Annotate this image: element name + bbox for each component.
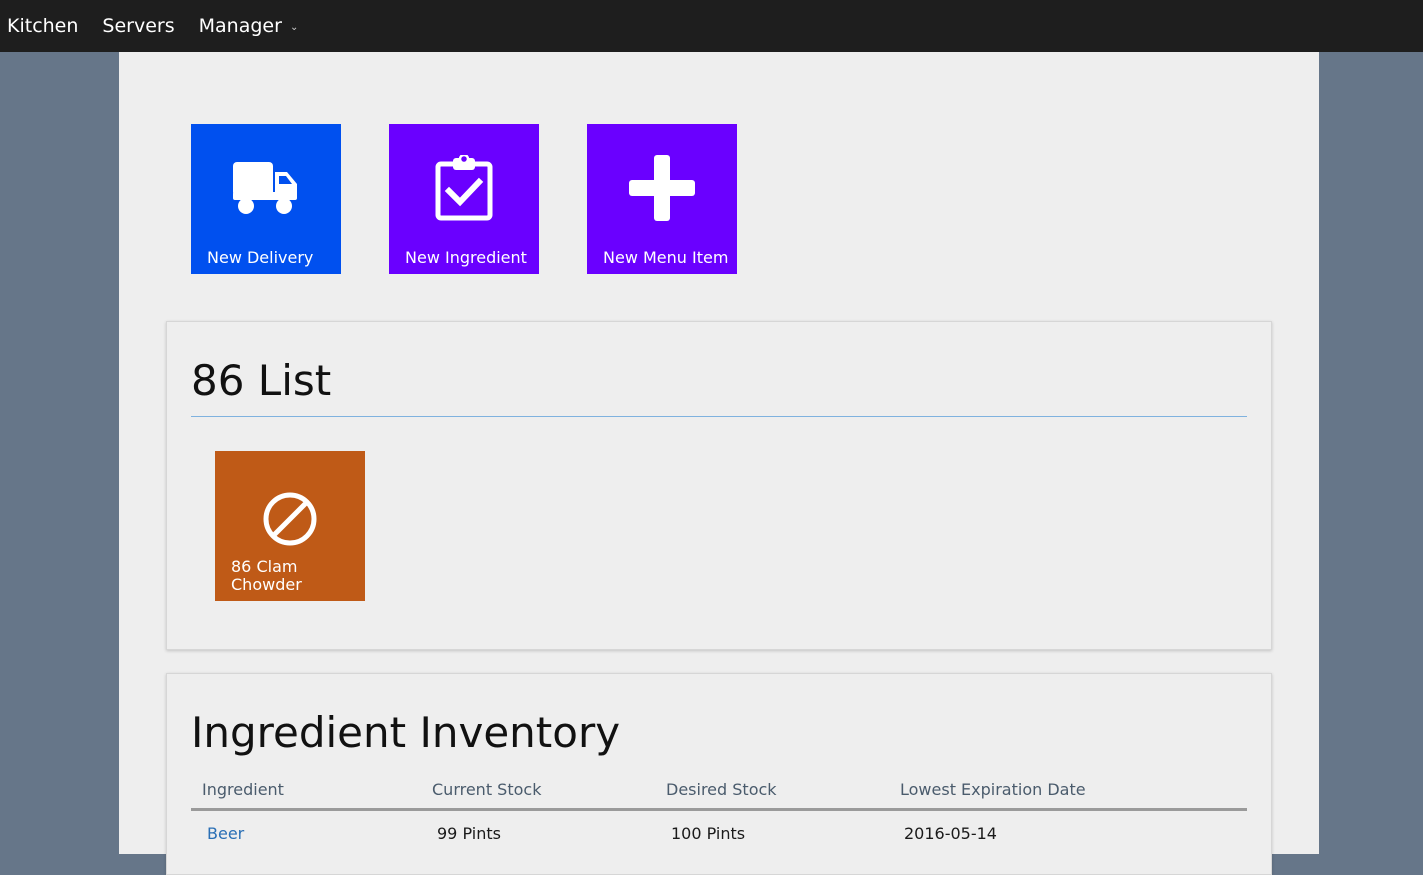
inventory-table-header: Ingredient Current Stock Desired Stock L… [191, 776, 1247, 811]
eighty-six-item-tile[interactable]: 86 Clam Chowder [215, 451, 365, 601]
truck-icon [191, 156, 341, 220]
inventory-title: Ingredient Inventory [191, 708, 621, 757]
col-lowest-expiration[interactable]: Lowest Expiration Date [900, 780, 1086, 799]
col-desired-stock[interactable]: Desired Stock [666, 780, 777, 799]
clipboard-check-icon [389, 155, 539, 221]
col-current-stock[interactable]: Current Stock [432, 780, 541, 799]
nav-manager-dropdown[interactable]: Manager ⌄ [199, 15, 299, 37]
new-menu-item-label: New Menu Item [603, 248, 729, 267]
ban-icon [215, 487, 365, 551]
nav-manager-label: Manager [198, 15, 282, 37]
nav-servers-label: Servers [102, 15, 175, 37]
page-content: New Delivery New Ingredient New Menu Ite… [119, 52, 1319, 875]
eighty-six-title: 86 List [191, 356, 332, 405]
expiration-value: 2016-05-14 [904, 824, 997, 843]
title-divider [191, 416, 1247, 417]
new-delivery-label: New Delivery [207, 248, 314, 267]
plus-icon [587, 155, 737, 221]
inventory-card: Ingredient Inventory Ingredient Current … [166, 673, 1272, 875]
ingredient-link[interactable]: Beer [207, 824, 244, 843]
current-stock-value: 99 Pints [437, 824, 501, 843]
nav-kitchen[interactable]: Kitchen [7, 15, 78, 37]
new-delivery-tile[interactable]: New Delivery [191, 124, 341, 274]
new-ingredient-label: New Ingredient [405, 248, 527, 267]
chevron-down-icon: ⌄ [289, 22, 299, 33]
col-ingredient[interactable]: Ingredient [202, 780, 284, 799]
top-navbar: Kitchen Servers Manager ⌄ [0, 0, 1423, 52]
eighty-six-item-label: 86 Clam Chowder [231, 557, 302, 594]
nav-kitchen-label: Kitchen [7, 15, 79, 37]
eighty-six-card: 86 List 86 Clam Chowder [166, 321, 1272, 650]
nav-servers[interactable]: Servers [102, 15, 174, 37]
desired-stock-value: 100 Pints [671, 824, 746, 843]
new-ingredient-tile[interactable]: New Ingredient [389, 124, 539, 274]
new-menu-item-tile[interactable]: New Menu Item [587, 124, 737, 274]
